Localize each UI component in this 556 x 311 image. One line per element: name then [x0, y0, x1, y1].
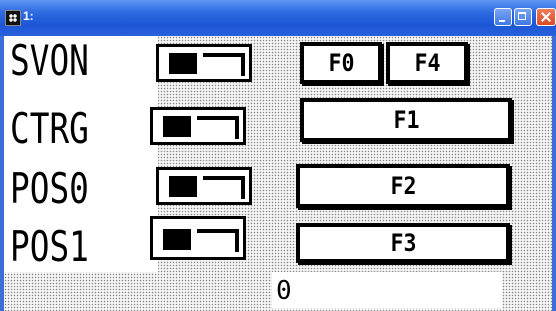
switch-knob — [163, 116, 191, 137]
minimize-button[interactable] — [494, 8, 512, 26]
signal-label-pos0: POS0 — [10, 164, 89, 213]
maximize-button[interactable] — [514, 8, 532, 26]
f0-button[interactable]: F0 — [300, 42, 382, 84]
window-title: 1: — [23, 9, 34, 23]
value-readout: 0 — [276, 276, 292, 306]
f4-button[interactable]: F4 — [386, 42, 468, 84]
app-window: 1: SVON CTRG POS0 POS1 F0 F4 F1 F2 F3 0 — [0, 0, 556, 311]
f4-button-label: F4 — [413, 49, 441, 77]
svon-toggle-switch[interactable] — [156, 44, 252, 82]
f3-button-label: F3 — [389, 229, 417, 257]
switch-knob — [169, 176, 197, 197]
close-button[interactable] — [536, 8, 556, 26]
f1-button[interactable]: F1 — [300, 98, 512, 142]
f0-button-label: F0 — [327, 49, 355, 77]
pos1-toggle-switch[interactable] — [150, 216, 246, 260]
signal-label-svon: SVON — [10, 36, 89, 85]
switch-track — [197, 229, 239, 252]
title-bar[interactable]: 1: — [0, 0, 556, 36]
switch-knob — [169, 53, 197, 74]
signal-label-pos1: POS1 — [10, 222, 89, 271]
client-area: SVON CTRG POS0 POS1 F0 F4 F1 F2 F3 0 — [4, 36, 552, 311]
ctrg-toggle-switch[interactable] — [150, 107, 246, 145]
f3-button[interactable]: F3 — [296, 223, 510, 263]
app-grid-icon[interactable] — [5, 10, 21, 26]
switch-knob — [163, 229, 191, 250]
switch-track — [203, 53, 245, 76]
f2-button[interactable]: F2 — [296, 164, 510, 208]
switch-track — [203, 176, 245, 199]
signal-label-ctrg: CTRG — [10, 104, 89, 153]
f1-button-label: F1 — [392, 106, 420, 134]
pos0-toggle-switch[interactable] — [156, 167, 252, 205]
readout-panel — [272, 272, 502, 308]
switch-track — [197, 116, 239, 139]
f2-button-label: F2 — [389, 172, 417, 200]
